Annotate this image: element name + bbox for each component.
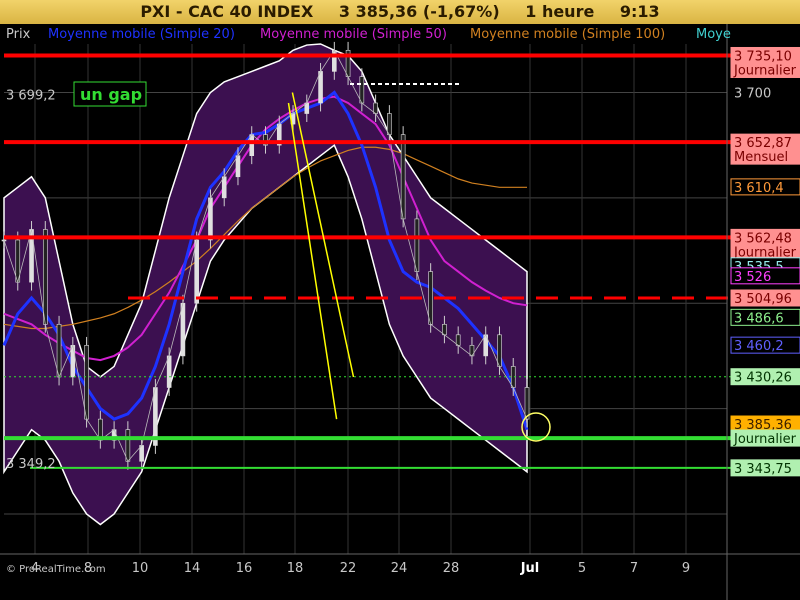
chart-title-bar: PXI - CAC 40 INDEX 3 385,36 (-1,67%) 1 h… [0, 0, 800, 24]
price-bar [208, 197, 213, 241]
price-bar [221, 176, 227, 199]
gap-annotation: un gap [80, 85, 142, 104]
price-label: Journalier [733, 432, 797, 447]
x-tick-label: 9 [682, 561, 690, 576]
x-tick-label: 24 [391, 561, 408, 576]
chart-time: 9:13 [619, 2, 660, 21]
price-label: 3 610,4 [734, 181, 784, 196]
price-bar [455, 334, 461, 346]
price-bar [42, 229, 48, 325]
price-bar [180, 302, 186, 357]
price-bar [442, 323, 447, 336]
price-label-sub: Journalier [733, 63, 797, 78]
price-label: 3 486,6 [734, 311, 784, 326]
left-level-label: 3 699,2 [6, 88, 56, 103]
price-bar [125, 429, 131, 462]
price-bar [414, 218, 420, 272]
price-bar [359, 76, 365, 104]
price-label-sub: Mensuel [734, 150, 788, 165]
price-bar [235, 155, 241, 178]
price-label: 3 430,26 [734, 371, 792, 386]
x-tick-label: 22 [340, 561, 357, 576]
price-bar [400, 134, 406, 220]
price-bar [249, 134, 255, 156]
left-level-label: 3 349,2 [6, 457, 56, 472]
price-bar [304, 102, 310, 114]
x-tick-label: 28 [443, 561, 460, 576]
price-label: 3 735,10 [734, 49, 792, 64]
price-label: 3 526 [734, 270, 771, 285]
price-bar [70, 345, 76, 378]
legend-prix: Prix [6, 27, 31, 42]
price-bar [318, 71, 323, 104]
chart-title: PXI - CAC 40 INDEX [140, 2, 314, 21]
price-label: 3 700 [734, 86, 771, 101]
price-bar [194, 239, 199, 304]
legend-ma20: Moyenne mobile (Simple 20) [48, 27, 235, 42]
price-label: 3 343,75 [734, 462, 792, 477]
price-bar [387, 113, 392, 135]
price-bar [428, 271, 433, 325]
chart-price: 3 385,36 (-1,67%) [338, 2, 500, 21]
legend-ma50: Moyenne mobile (Simple 50) [260, 27, 447, 42]
legend-cut: Moye [696, 27, 731, 42]
x-tick-label: 16 [236, 561, 253, 576]
price-bar [166, 355, 172, 388]
price-label: 3 652,87 [734, 136, 792, 151]
x-tick-label: 10 [132, 561, 149, 576]
price-bar [139, 445, 144, 462]
price-bar [84, 345, 89, 420]
x-tick-label: 7 [630, 561, 638, 576]
price-label: 3 562,48 [734, 231, 792, 246]
price-bar [56, 323, 62, 378]
price-chart[interactable]: 4 8 10 14 16 18 22 24 28 Jul 5 7 93 699,23 349,23 73… [0, 24, 800, 600]
x-tick-label: 14 [184, 561, 201, 576]
x-tick-label: 18 [287, 561, 304, 576]
price-label: 3 504,96 [734, 292, 792, 307]
watermark: © ProRealTime.com [6, 564, 106, 575]
legend-ma100: Moyenne mobile (Simple 100) [470, 27, 665, 42]
price-bar [373, 102, 378, 114]
chart-interval: 1 heure [525, 2, 595, 21]
x-tick-label: Jul [520, 561, 540, 576]
price-label: 3 460,2 [734, 339, 784, 354]
x-tick-label: 5 [578, 561, 586, 576]
price-bar [497, 334, 502, 367]
